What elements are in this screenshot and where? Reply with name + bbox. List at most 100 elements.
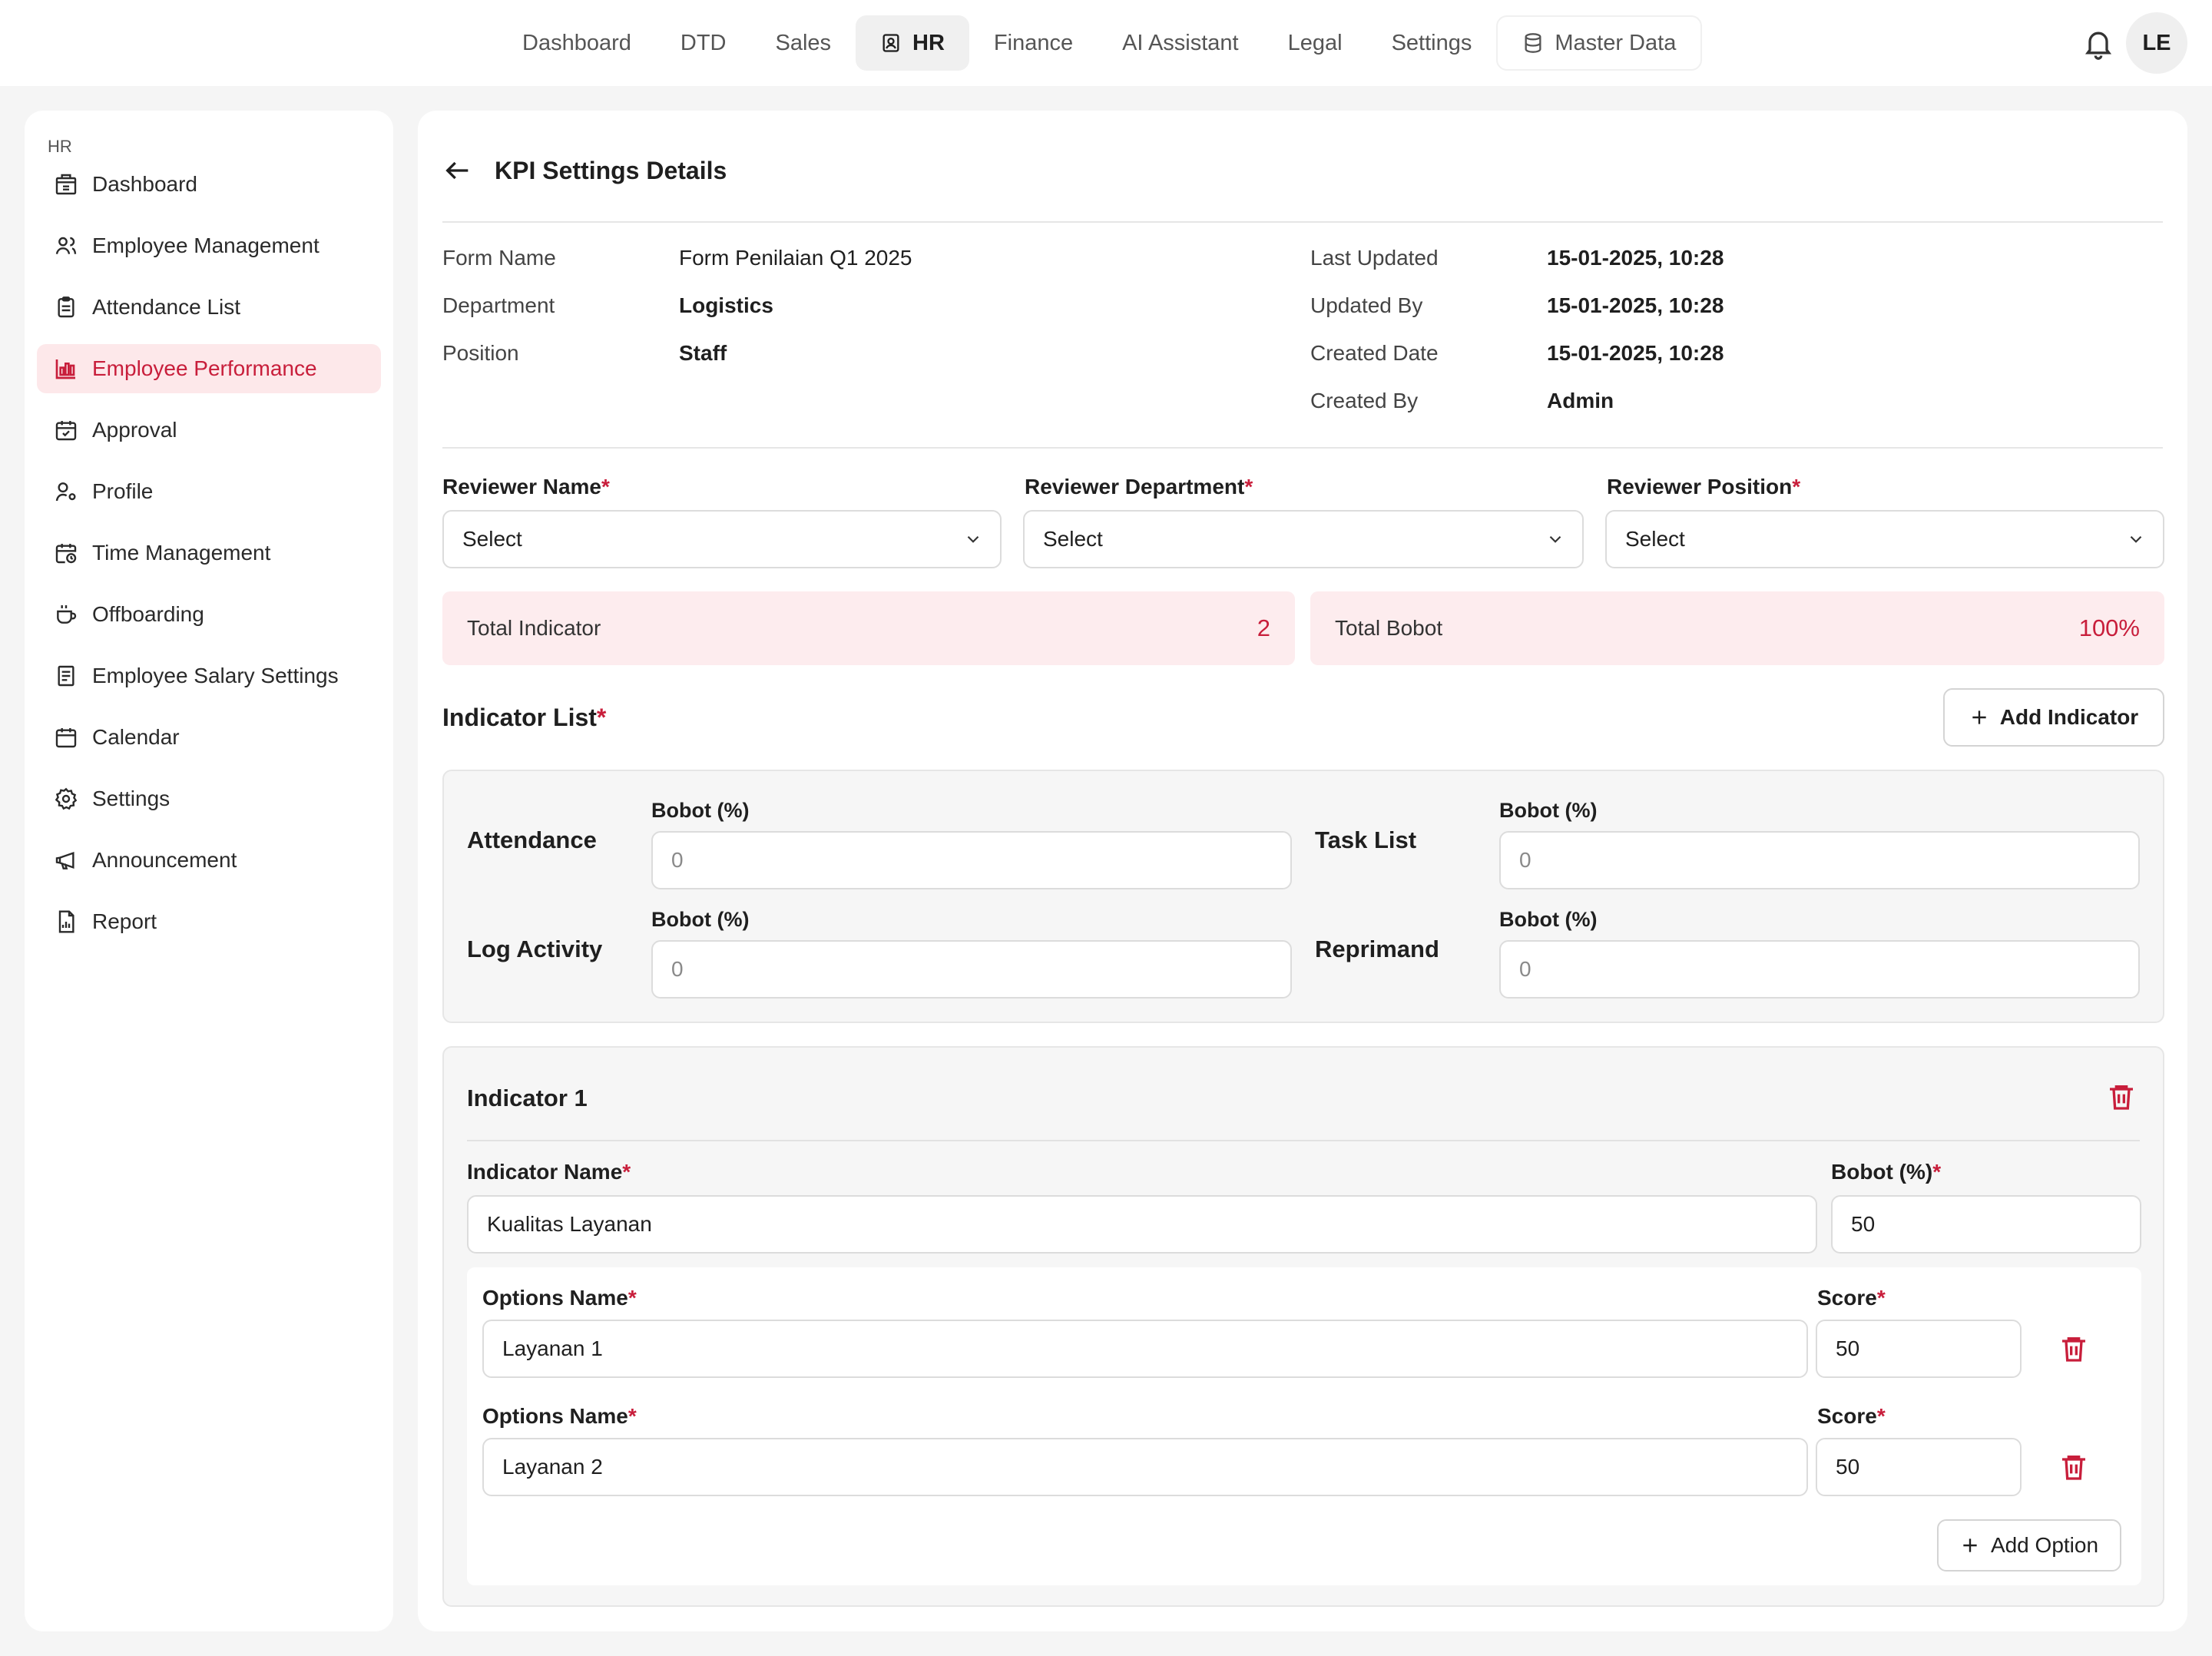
input-value: Layanan 2 — [502, 1455, 603, 1479]
total-bobot-card: Total Bobot 100% — [1310, 591, 2164, 665]
sidebar-item-announcement[interactable]: Announcement — [37, 836, 381, 885]
info-label: Form Name — [442, 246, 556, 270]
task-list-bobot-input[interactable]: 0 — [1499, 831, 2140, 889]
select-value: Select — [462, 527, 522, 551]
required-mark: * — [628, 1286, 637, 1310]
bobot-label: Bobot (%) — [651, 908, 750, 931]
indicator-name-reprimand: Reprimand — [1315, 936, 1439, 962]
sidebar-item-label: Report — [92, 909, 157, 933]
sidebar-item-calendar[interactable]: Calendar — [37, 713, 381, 762]
bar-chart-icon — [54, 356, 78, 381]
sidebar-item-time-management[interactable]: Time Management — [37, 528, 381, 578]
option-name-input[interactable]: Layanan 2 — [482, 1438, 1808, 1496]
plus-icon — [1960, 1535, 1980, 1555]
option-score-input[interactable]: 50 — [1816, 1438, 2022, 1496]
sidebar-item-employee-management[interactable]: Employee Management — [37, 221, 381, 270]
nav-master-data[interactable]: Master Data — [1496, 15, 1703, 71]
info-row-last-updated: Last Updated 15-01-2025, 10:28 — [1310, 246, 1724, 293]
bell-icon[interactable] — [2081, 26, 2115, 60]
indicator-name-attendance: Attendance — [467, 826, 597, 853]
indicator-bobot-input[interactable]: 50 — [1831, 1195, 2141, 1254]
sidebar-item-offboarding[interactable]: Offboarding — [37, 590, 381, 639]
required-mark: * — [1876, 1286, 1886, 1310]
log-activity-bobot-input[interactable]: 0 — [651, 940, 1292, 999]
info-row-department: Department Logistics — [442, 293, 912, 341]
info-row-position: Position Staff — [442, 341, 912, 389]
label-text: Options Name — [482, 1404, 628, 1428]
avatar[interactable]: LE — [2126, 12, 2187, 74]
back-arrow-icon[interactable] — [442, 155, 473, 186]
sidebar-item-approval[interactable]: Approval — [37, 406, 381, 455]
info-value: Logistics — [679, 293, 773, 317]
nav-legal[interactable]: Legal — [1263, 15, 1367, 71]
info-value: 15-01-2025, 10:28 — [1547, 293, 1724, 317]
reviewer-position-select[interactable]: Select — [1605, 510, 2164, 568]
sidebar-item-label: Attendance List — [92, 295, 241, 319]
info-row-created-date: Created Date 15-01-2025, 10:28 — [1310, 341, 1724, 389]
nav-dtd[interactable]: DTD — [656, 15, 751, 71]
nav-ai-assistant[interactable]: AI Assistant — [1098, 15, 1263, 71]
sidebar-item-dashboard[interactable]: Dashboard — [37, 160, 381, 209]
reviewer-department-select[interactable]: Select — [1023, 510, 1584, 568]
user-cog-icon — [54, 479, 78, 504]
delete-option-icon[interactable] — [2058, 1333, 2089, 1364]
button-label: Add Indicator — [1999, 705, 2139, 729]
sidebar-item-employee-performance[interactable]: Employee Performance — [37, 344, 381, 393]
nav-dashboard[interactable]: Dashboard — [498, 15, 656, 71]
chevron-down-icon — [1545, 529, 1565, 549]
sidebar-item-profile[interactable]: Profile — [37, 467, 381, 516]
add-indicator-button[interactable]: Add Indicator — [1943, 688, 2164, 747]
option-name-input[interactable]: Layanan 1 — [482, 1320, 1808, 1378]
required-mark: * — [628, 1404, 637, 1428]
sidebar-item-attendance-list[interactable]: Attendance List — [37, 283, 381, 332]
info-row-updated-by: Updated By 15-01-2025, 10:28 — [1310, 293, 1724, 341]
nav-label: Finance — [993, 30, 1074, 55]
attendance-bobot-input[interactable]: 0 — [651, 831, 1292, 889]
nav-hr[interactable]: HR — [856, 15, 969, 71]
indicator-name-task-list: Task List — [1315, 826, 1417, 853]
label-text: Bobot (%) — [1831, 1160, 1933, 1184]
info-row-form-name: Form Name Form Penilaian Q1 2025 — [442, 246, 912, 293]
add-option-button[interactable]: Add Option — [1937, 1519, 2121, 1572]
sidebar-item-report[interactable]: Report — [37, 897, 381, 946]
indicator-list-title: Indicator List* — [442, 704, 606, 732]
reviewer-name-select[interactable]: Select — [442, 510, 1002, 568]
nav-label: Legal — [1287, 30, 1343, 55]
nav-finance[interactable]: Finance — [969, 15, 1098, 71]
reprimand-bobot-input[interactable]: 0 — [1499, 940, 2140, 999]
label-text: Score — [1817, 1404, 1877, 1428]
option-score-label: Score* — [1817, 1404, 1886, 1429]
divider — [442, 447, 2163, 449]
nav-label: Dashboard — [522, 30, 631, 55]
delete-indicator-icon[interactable] — [2106, 1081, 2137, 1112]
indicator-name-input[interactable]: Kualitas Layanan — [467, 1195, 1817, 1254]
sidebar-item-employee-salary-settings[interactable]: Employee Salary Settings — [37, 651, 381, 700]
total-indicator-value: 2 — [1257, 614, 1270, 641]
clipboard-icon — [54, 295, 78, 320]
coffee-icon — [54, 602, 78, 627]
sidebar-item-label: Profile — [92, 479, 154, 503]
info-value: Staff — [679, 341, 727, 365]
info-label: Created By — [1310, 389, 1419, 412]
nav-label: HR — [912, 30, 945, 55]
nav-label: Settings — [1391, 30, 1472, 55]
reviewer-name-label: Reviewer Name* — [442, 475, 610, 499]
option-score-input[interactable]: 50 — [1816, 1320, 2022, 1378]
calendar-clock-icon — [54, 541, 78, 565]
nav-settings[interactable]: Settings — [1367, 15, 1497, 71]
required-mark: * — [1932, 1160, 1942, 1184]
required-mark: * — [596, 704, 607, 731]
nav-sales[interactable]: Sales — [750, 15, 856, 71]
info-label: Created Date — [1310, 341, 1439, 365]
label-text: Indicator Name — [467, 1160, 623, 1184]
info-left: Form Name Form Penilaian Q1 2025 Departm… — [442, 246, 912, 389]
info-label: Last Updated — [1310, 246, 1439, 270]
options-panel: Options Name* Layanan 1 Score* 50 Option… — [467, 1267, 2141, 1585]
reviewer-position-label: Reviewer Position* — [1607, 475, 1800, 499]
sidebar-item-label: Employee Salary Settings — [92, 664, 339, 687]
sidebar-item-label: Dashboard — [92, 172, 197, 196]
sidebar-item-label: Announcement — [92, 848, 237, 872]
sidebar-item-settings[interactable]: Settings — [37, 774, 381, 823]
delete-option-icon[interactable] — [2058, 1452, 2089, 1482]
sidebar-item-label: Offboarding — [92, 602, 204, 626]
